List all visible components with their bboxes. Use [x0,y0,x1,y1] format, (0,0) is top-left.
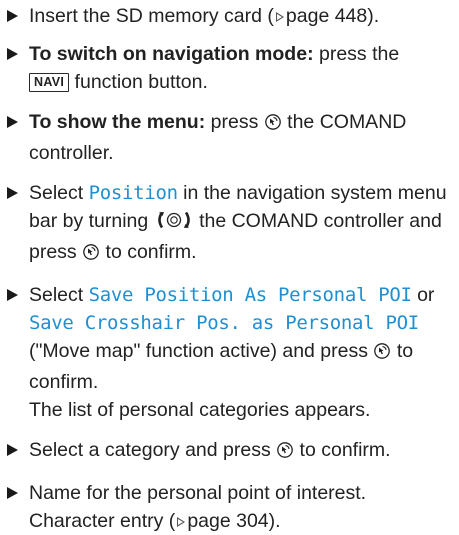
step-text: function button. [69,71,208,93]
page-reference[interactable]: page 304 [187,510,268,532]
controller-press-icon [373,340,391,368]
page-reference[interactable]: page 448 [286,5,367,27]
step-text: press the [313,43,400,65]
page-reference-arrow-icon [275,12,284,22]
step-name-poi: Name for the personal point of interest.… [6,479,455,535]
page-reference-arrow-icon [177,517,186,527]
instruction-page: Insert the SD memory card ( page 448). To… [0,0,459,532]
step-select-category: Select a category and press to confirm. [6,436,455,467]
navi-key: NAVI [29,73,70,92]
menu-item-save-crosshair: Save Crosshair Pos. as Personal POI [29,312,419,334]
menu-item-save-position: Save Position As Personal POI [88,284,412,306]
step-text: Select [29,182,89,204]
step-text: to confirm. [294,439,391,461]
step-switch-on-navigation: To switch on navigation mode: press the … [6,40,455,96]
step-heading: To show the menu: [29,111,206,133]
step-text: to confirm. [100,241,197,263]
step-select-position: Select Position in the navigation system… [6,179,455,269]
step-text: Select a category and press [29,439,277,461]
step-text: or [411,284,435,306]
triangle-bullet-icon [7,10,18,22]
controller-press-icon [264,111,282,139]
triangle-bullet-icon [7,116,18,128]
triangle-bullet-icon [7,289,18,301]
controller-press-icon [82,241,100,269]
triangle-bullet-icon [7,444,18,456]
step-text: Insert the SD memory card ( [29,5,274,27]
step-insert-sd-card: Insert the SD memory card ( page 448). [6,2,455,30]
menu-item-position: Position [88,182,178,204]
step-text: press [205,111,264,133]
step-text: ("Move map" function active) and press [29,340,374,362]
step-text: ). [268,510,281,532]
triangle-bullet-icon [7,487,18,499]
controller-press-icon [276,439,294,467]
step-save-position: Select Save Position As Personal POI or … [6,281,455,424]
step-heading: To switch on navigation mode: [29,43,314,65]
controller-turn-icon [154,210,194,238]
triangle-bullet-icon [7,187,18,199]
step-show-menu: To show the menu: press the COMAND contr… [6,108,455,167]
step-text: ). [367,5,380,27]
triangle-bullet-icon [7,48,18,60]
step-text: Select [29,284,89,306]
step-result: The list of personal categories appears. [29,399,371,421]
